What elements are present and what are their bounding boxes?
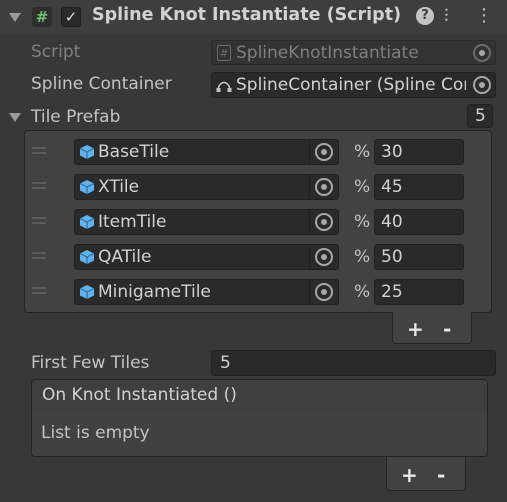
tile-prefab-add-button[interactable]: +	[407, 317, 424, 341]
tile-target-icon[interactable]	[315, 213, 333, 231]
event-title: On Knot Instantiated ()	[42, 385, 237, 405]
component-enabled-checkbox[interactable]: ✓	[61, 7, 81, 27]
event-body: List is empty	[31, 410, 488, 457]
tile-percent-value: 30	[381, 142, 403, 162]
tile-name: MinigameTile	[98, 282, 211, 302]
tile-target-icon[interactable]	[315, 283, 333, 301]
tile-object-field[interactable]: ItemTile	[74, 209, 339, 235]
tile-prefab-label: Tile Prefab	[31, 107, 121, 127]
script-label: Script	[31, 42, 81, 62]
tile-percent-field[interactable]: 30	[374, 139, 464, 165]
percent-sign: %	[354, 247, 371, 267]
event-add-button[interactable]: +	[401, 463, 418, 487]
script-target-icon	[473, 44, 491, 62]
tile-prefab-footer	[392, 312, 472, 344]
tile-object-field[interactable]: XTile	[74, 174, 339, 200]
tile-percent-field[interactable]: 50	[374, 244, 464, 270]
script-field-value: SplineKnotInstantiate	[236, 42, 419, 63]
tile-percent-field[interactable]: 45	[374, 174, 464, 200]
percent-sign: %	[354, 142, 371, 162]
script-icon: #	[32, 7, 52, 27]
presets-icon[interactable]: ⫶	[444, 6, 449, 27]
context-menu-icon[interactable]: ⋮	[475, 5, 493, 26]
reorder-handle[interactable]	[32, 182, 46, 189]
reorder-handle[interactable]	[32, 252, 46, 259]
percent-sign: %	[354, 177, 371, 197]
tile-prefab-size-value: 5	[475, 106, 486, 126]
spline-container-label: Spline Container	[31, 74, 172, 94]
script-file-icon: #	[217, 45, 231, 61]
tile-prefab-foldout-arrow[interactable]	[9, 113, 21, 122]
first-few-tiles-field[interactable]: 5	[211, 350, 496, 376]
prefab-icon	[79, 180, 95, 194]
spline-container-field[interactable]: SplineContainer (Spline Con	[211, 72, 496, 98]
tile-name: XTile	[98, 177, 140, 197]
help-icon[interactable]: ?	[416, 7, 434, 25]
tile-percent-value: 50	[381, 247, 403, 267]
tile-object-field[interactable]: MinigameTile	[74, 279, 339, 305]
component-title: Spline Knot Instantiate (Script)	[92, 5, 402, 25]
percent-sign: %	[354, 212, 371, 232]
tile-prefab-size-field[interactable]: 5	[467, 104, 493, 128]
tile-target-icon[interactable]	[315, 248, 333, 266]
tile-target-icon[interactable]	[315, 178, 333, 196]
tile-prefab-remove-button[interactable]: -	[443, 317, 451, 341]
reorder-handle[interactable]	[32, 217, 46, 224]
percent-sign: %	[354, 282, 371, 302]
event-remove-button[interactable]: -	[437, 463, 445, 487]
script-field: # SplineKnotInstantiate	[211, 40, 496, 65]
spline-icon	[216, 81, 232, 92]
event-empty-text: List is empty	[41, 423, 150, 443]
prefab-icon	[79, 285, 95, 299]
tile-object-field[interactable]: BaseTile	[74, 139, 339, 165]
tile-percent-field[interactable]: 25	[374, 279, 464, 305]
reorder-handle[interactable]	[32, 147, 46, 154]
spline-container-target-icon[interactable]	[473, 76, 491, 94]
event-footer	[386, 457, 466, 491]
event-header: On Knot Instantiated ()	[31, 379, 488, 411]
prefab-icon	[79, 145, 95, 159]
first-few-tiles-value: 5	[220, 353, 231, 373]
first-few-tiles-label: First Few Tiles	[31, 353, 150, 373]
tile-percent-field[interactable]: 40	[374, 209, 464, 235]
tile-percent-value: 45	[381, 177, 403, 197]
tile-percent-value: 25	[381, 282, 403, 302]
tile-name: QATile	[98, 247, 152, 267]
tile-name: BaseTile	[98, 142, 170, 162]
prefab-icon	[79, 250, 95, 264]
tile-target-icon[interactable]	[315, 143, 333, 161]
prefab-icon	[79, 215, 95, 229]
tile-name: ItemTile	[98, 212, 167, 232]
reorder-handle[interactable]	[32, 287, 46, 294]
tile-percent-value: 40	[381, 212, 403, 232]
spline-container-value: SplineContainer (Spline Con	[236, 75, 466, 95]
component-foldout-arrow[interactable]	[9, 13, 21, 22]
tile-object-field[interactable]: QATile	[74, 244, 339, 270]
